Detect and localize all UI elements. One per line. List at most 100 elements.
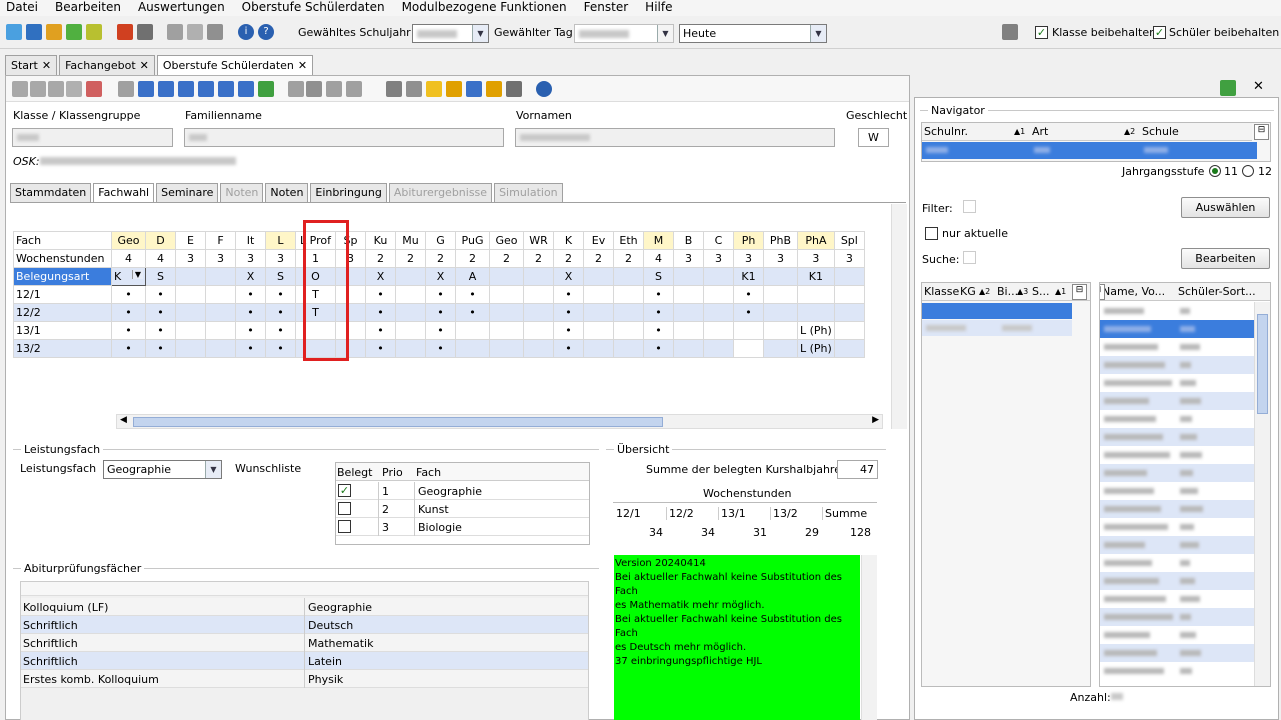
grid-cell[interactable]: • (455, 303, 490, 322)
abitur-table[interactable]: Kolloquium (LF) Geographie Schriftlich Deut… (20, 581, 589, 720)
grid-cell[interactable]: • (145, 339, 176, 358)
grid-cell[interactable]: 3 (733, 249, 764, 268)
grid-cell[interactable]: A (455, 267, 490, 286)
grid-cell[interactable] (489, 285, 524, 304)
grid-cell[interactable]: 2 (523, 249, 554, 268)
grid-cell[interactable]: 3 (797, 249, 835, 268)
grid-cell[interactable] (523, 339, 554, 358)
grid-cell[interactable] (205, 285, 236, 304)
grid-cell[interactable]: • (365, 303, 396, 322)
schueler-row[interactable] (1100, 446, 1254, 464)
schueler-row[interactable] (1100, 536, 1254, 554)
grid-cell[interactable]: X (235, 267, 266, 286)
geschlecht-field[interactable]: W (858, 128, 889, 147)
schule-row[interactable] (922, 142, 1257, 159)
subtab-stammdaten[interactable]: Stammdaten (10, 183, 92, 202)
abitur-row[interactable]: Kolloquium (LF) Geographie (21, 598, 588, 616)
grid-cell[interactable] (797, 285, 835, 304)
grid-cell[interactable] (673, 267, 704, 286)
close-icon[interactable]: ✕ (1253, 79, 1264, 94)
grid-cell[interactable] (205, 339, 236, 358)
grid-cell[interactable] (489, 303, 524, 322)
grid-cell[interactable]: 4 (111, 249, 146, 268)
grid-cell[interactable] (703, 267, 734, 286)
familienname-field[interactable] (184, 128, 504, 147)
grid-cell[interactable] (673, 303, 704, 322)
grid-cell[interactable] (523, 285, 554, 304)
menu-datei[interactable]: Datei (6, 0, 38, 16)
note-icon[interactable] (86, 24, 102, 40)
belegt-checkbox[interactable] (338, 502, 351, 515)
klasse-beibehalten-checkbox[interactable]: ✓ (1035, 26, 1048, 39)
grid-cell[interactable]: X (553, 267, 584, 286)
menu-oberstufe[interactable]: Oberstufe Schülerdaten (242, 0, 385, 16)
grid-cell[interactable]: • (733, 285, 764, 304)
grid-cell[interactable] (395, 303, 426, 322)
new-icon[interactable] (12, 81, 28, 97)
grid-cell[interactable]: 4 (145, 249, 176, 268)
grid-cell[interactable] (613, 303, 644, 322)
belegt-checkbox[interactable]: ✓ (338, 484, 351, 497)
lightning-icon[interactable] (207, 24, 223, 40)
grid-cell[interactable]: 4 (643, 249, 674, 268)
grid-cell[interactable]: X (365, 267, 396, 286)
grid-cell[interactable] (833, 321, 865, 340)
schueler-row[interactable] (1100, 338, 1254, 356)
prev-record-icon[interactable] (178, 81, 194, 97)
grid-cell[interactable]: • (553, 285, 584, 304)
grid-cell[interactable]: 3 (763, 249, 798, 268)
grid-cell[interactable]: • (265, 321, 296, 340)
grid-cell[interactable] (205, 303, 236, 322)
grid-cell[interactable]: • (235, 321, 266, 340)
class-icon[interactable] (6, 24, 22, 40)
schueler-row[interactable] (1100, 482, 1254, 500)
grid-cell[interactable] (583, 285, 614, 304)
megaphone-icon[interactable] (446, 81, 462, 97)
subtab-einbringung[interactable]: Einbringung (310, 183, 387, 202)
grid-cell[interactable] (205, 267, 236, 286)
save-icon[interactable] (30, 81, 46, 97)
first-record-icon[interactable] (138, 81, 154, 97)
grid-cell[interactable]: • (145, 321, 176, 340)
back-arrow-icon[interactable] (288, 81, 304, 97)
schueler-row[interactable] (1100, 428, 1254, 446)
copy-icon[interactable] (167, 24, 183, 40)
schueler-row[interactable] (1100, 356, 1254, 374)
messages-vscroll[interactable] (861, 555, 877, 720)
abitur-row[interactable]: Schriftlich Latein (21, 652, 588, 670)
wunsch-row[interactable]: 2 Kunst (336, 500, 589, 518)
grid-cell[interactable]: • (145, 303, 176, 322)
grid-cell[interactable] (673, 285, 704, 304)
grid-cell[interactable]: 2 (365, 249, 396, 268)
bearbeiten-button[interactable]: Bearbeiten (1181, 248, 1270, 269)
schulen-table[interactable]: Schulnr. ▲1 Art ▲2 Schule ⊟ (921, 122, 1271, 162)
grid-cell[interactable]: S (643, 267, 674, 286)
grid-cell[interactable]: • (553, 321, 584, 340)
column-chooser-icon[interactable]: ⊟ (1254, 124, 1269, 140)
undo-icon[interactable] (48, 81, 64, 97)
menu-bearbeiten[interactable]: Bearbeiten (55, 0, 121, 16)
refresh-icon[interactable] (258, 81, 274, 97)
grid-cell[interactable]: • (265, 285, 296, 304)
grid-cell[interactable] (673, 321, 704, 340)
grid-cell[interactable] (733, 321, 764, 340)
cut-icon[interactable] (306, 81, 322, 97)
grid-cell[interactable]: • (643, 285, 674, 304)
info-icon[interactable]: i (238, 24, 254, 40)
clock-icon[interactable] (466, 81, 482, 97)
grid-cell[interactable]: • (425, 339, 456, 358)
grid-cell[interactable] (703, 285, 734, 304)
grid-cell[interactable] (613, 285, 644, 304)
grid-cell[interactable] (489, 339, 524, 358)
print-icon[interactable] (386, 81, 402, 97)
grid-cell[interactable]: 3 (703, 249, 734, 268)
grid-cell[interactable]: • (111, 321, 146, 340)
grid-cell[interactable] (833, 267, 865, 286)
schueler-beibehalten-checkbox[interactable]: ✓ (1153, 26, 1166, 39)
last-record-icon[interactable] (238, 81, 254, 97)
klasse-row[interactable] (922, 303, 1072, 319)
tab-start[interactable]: Start ✕ (5, 55, 58, 75)
tab-oberstufe-schuelerdaten[interactable]: Oberstufe Schülerdaten ✕ (156, 55, 314, 75)
grid-cell[interactable] (175, 285, 206, 304)
column-chooser-icon[interactable]: ⊟ (1072, 284, 1087, 300)
